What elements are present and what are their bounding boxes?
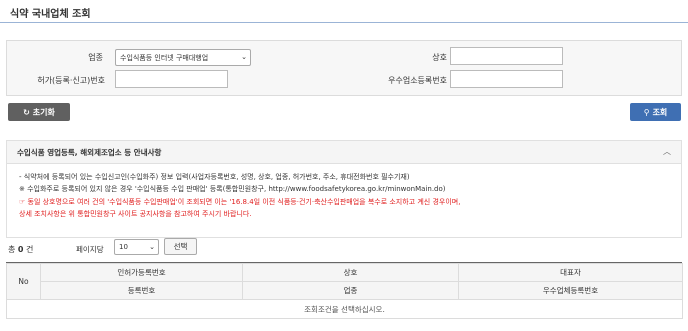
notice-line: ※ 수입화주로 등록되어 있지 않은 경우 '수입식품등 수입 판매업' 등록(… [19,185,446,193]
search-icon: ⚲ [643,107,650,117]
result-count: 총 0 건 [8,244,33,255]
per-page-select[interactable]: 10 ⌄ [114,239,159,255]
notice-header[interactable]: 수입식품 영업등록, 해외제조업소 등 안내사항 ︿ [7,141,681,164]
result-count-prefix: 총 [8,245,16,254]
column-header: 대표자 [458,263,683,282]
search-button[interactable]: ⚲ 조회 [630,103,681,121]
table-row: 조회조건을 선택하십시오. [6,299,683,319]
column-header: 인허가등록번호 [40,263,243,282]
results-table: No 인허가등록번호 상호 대표자 등록번호 업종 우수업체등록번호 조회조건을… [6,263,683,319]
company-name-input[interactable] [450,47,563,65]
chevron-up-icon[interactable]: ︿ [663,146,671,157]
reset-button[interactable]: ↻ 초기화 [8,103,70,121]
chevron-down-icon: ⌄ [149,243,155,251]
result-count-suffix: 건 [26,245,34,254]
license-number-label: 허가(등록·신고)번호 [37,76,105,85]
column-header: 우수업체등록번호 [458,281,683,300]
select-button[interactable]: 선택 [164,238,197,255]
search-form: 업종 수입식품등 인터넷 구매대행업 ⌄ 상호 허가(등록·신고)번호 우수업소… [6,40,682,96]
reset-button-label: 초기화 [32,107,55,117]
column-header: 상호 [242,263,459,282]
notice-line-warning: 상세 조치사항은 위 통합민원창구 사이트 공지사항을 참고하여 주시기 바랍니… [19,210,252,218]
title-divider [0,22,688,23]
per-page-label: 페이지당 [76,245,104,254]
refresh-icon: ↻ [23,107,30,117]
page-title: 식약 국내업체 조회 [10,9,91,20]
excellent-registration-input[interactable] [450,70,563,88]
notice-panel: 수입식품 영업등록, 해외제조업소 등 안내사항 ︿ - 식약처에 등록되어 있… [6,140,682,238]
business-type-select[interactable]: 수입식품등 인터넷 구매대행업 ⌄ [115,49,251,66]
license-number-input[interactable] [115,70,228,88]
result-count-value: 0 [17,245,24,254]
notice-line-warning: ☞ 동일 상호명으로 여러 건의 '수입식품등 수입판매업'이 조회되면 이는 … [19,198,461,206]
company-name-label: 상호 [432,53,447,62]
excellent-registration-label: 우수업소등록번호 [388,76,447,85]
chevron-down-icon: ⌄ [241,53,247,61]
column-header-no: No [6,263,41,300]
table-header-row: 등록번호 업종 우수업체등록번호 [7,281,683,300]
search-button-label: 조회 [652,107,668,117]
empty-message: 조회조건을 선택하십시오. [6,299,683,319]
column-header: 업종 [242,281,459,300]
notice-line: - 식약처에 등록되어 있는 수입신고인(수입화주) 정보 입력(사업자등록번호… [19,173,410,181]
table-header-row: No 인허가등록번호 상호 대표자 [6,263,683,300]
column-header: 등록번호 [40,281,243,300]
business-type-label: 업종 [88,53,103,62]
notice-title: 수입식품 영업등록, 해외제조업소 등 안내사항 [17,148,162,157]
